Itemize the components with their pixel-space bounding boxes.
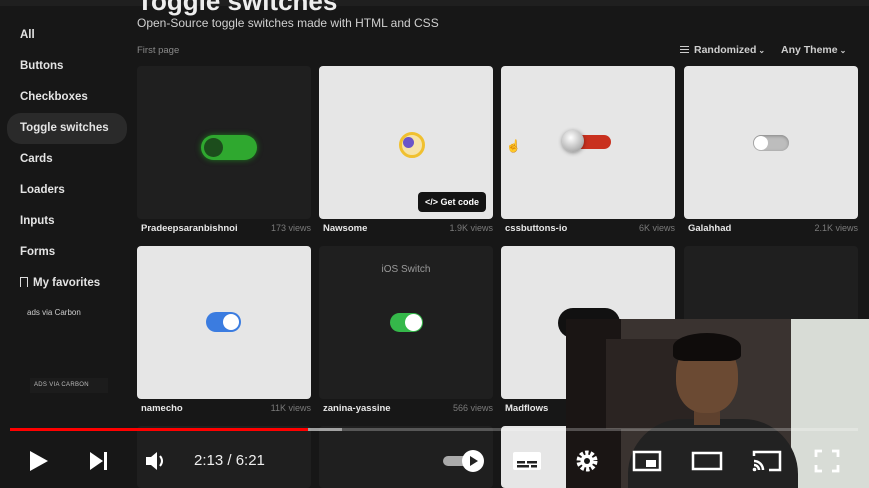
presenter-hair bbox=[673, 333, 741, 361]
theater-icon bbox=[691, 451, 723, 471]
autoplay-toggle[interactable] bbox=[440, 436, 488, 486]
sidebar-item-all[interactable]: All bbox=[7, 20, 127, 51]
card-views: 11K views bbox=[270, 403, 311, 413]
card-caption: cssbuttons-io 6K views bbox=[505, 223, 679, 234]
card-views: 2.1K views bbox=[814, 223, 858, 233]
next-icon bbox=[90, 452, 107, 470]
volume-button[interactable] bbox=[140, 436, 170, 486]
settings-button[interactable] bbox=[572, 436, 602, 486]
sidebar-item-forms[interactable]: Forms bbox=[7, 237, 127, 268]
card-author[interactable]: Galahhad bbox=[688, 223, 731, 234]
toggle-switch[interactable] bbox=[753, 135, 789, 151]
card-views: 173 views bbox=[270, 223, 311, 233]
time-display: 2:13 / 6:21 bbox=[194, 452, 265, 469]
cast-button[interactable] bbox=[750, 436, 784, 486]
player-controls bbox=[0, 436, 869, 488]
cast-icon bbox=[752, 450, 782, 472]
subtitles-icon bbox=[513, 452, 541, 470]
page-label: First page bbox=[137, 45, 180, 56]
toggle-card[interactable]: </> Get code bbox=[319, 66, 493, 219]
miniplayer-icon bbox=[632, 450, 662, 472]
get-code-button[interactable]: </> Get code bbox=[417, 192, 486, 212]
sidebar-item-buttons[interactable]: Buttons bbox=[7, 51, 127, 82]
gear-icon bbox=[576, 450, 598, 472]
toggle-knob bbox=[754, 136, 768, 150]
card-caption: Nawsome 1.9K views bbox=[323, 223, 497, 234]
cursor-icon: ☝ bbox=[506, 139, 521, 153]
chevron-down-icon: ⌄ bbox=[839, 46, 847, 55]
card-views: 1.9K views bbox=[449, 223, 493, 233]
sidebar-item-my-favorites[interactable]: My favorites bbox=[7, 268, 127, 299]
volume-icon bbox=[146, 452, 163, 470]
sidebar-item-label: My favorites bbox=[33, 277, 101, 289]
theme-dropdown[interactable]: Any Theme ⌄ bbox=[781, 44, 846, 56]
card-author[interactable]: Pradeepsaranbishnoi bbox=[141, 223, 238, 234]
toggle-card[interactable] bbox=[684, 66, 858, 219]
browser-top-strip bbox=[0, 0, 869, 6]
toggle-knob bbox=[223, 314, 239, 330]
carbon-ad-label[interactable]: ADS VIA CARBON bbox=[30, 378, 108, 393]
sort-label: Randomized bbox=[694, 44, 757, 56]
card-caption: namecho 11K views bbox=[141, 403, 315, 414]
card-author[interactable]: cssbuttons-io bbox=[505, 223, 567, 234]
filter-icon bbox=[680, 46, 689, 53]
sort-dropdown[interactable]: Randomized ⌄ bbox=[680, 44, 765, 56]
fullscreen-button[interactable] bbox=[810, 436, 844, 486]
card-author[interactable]: zanina-yassine bbox=[323, 403, 391, 414]
fullscreen-icon bbox=[814, 449, 840, 473]
toggle-knob bbox=[562, 130, 584, 152]
miniplayer-button[interactable] bbox=[630, 436, 664, 486]
card-caption: zanina-yassine 566 views bbox=[323, 403, 497, 414]
toggle-knob bbox=[405, 314, 422, 331]
sidebar-item-loaders[interactable]: Loaders bbox=[7, 175, 127, 206]
toggle-card[interactable] bbox=[137, 246, 311, 399]
theme-label: Any Theme bbox=[781, 44, 838, 56]
card-author[interactable]: Madflows bbox=[505, 403, 548, 414]
toggle-switch[interactable] bbox=[206, 312, 241, 332]
card-author[interactable]: namecho bbox=[141, 403, 183, 414]
toggle-knob bbox=[204, 138, 223, 157]
sidebar: All Buttons Checkboxes Toggle switches C… bbox=[0, 20, 130, 299]
play-button[interactable] bbox=[24, 436, 54, 486]
carbon-ad-image[interactable]: ads via Carbon bbox=[27, 308, 81, 317]
card-inner-label: iOS Switch bbox=[381, 264, 431, 275]
subtitles-button[interactable] bbox=[510, 436, 544, 486]
card-author[interactable]: Nawsome bbox=[323, 223, 367, 234]
page-title: Toggle switches bbox=[137, 0, 338, 16]
page-subtitle: Open-Source toggle switches made with HT… bbox=[137, 16, 439, 30]
card-views: 566 views bbox=[452, 403, 493, 413]
toggle-card[interactable] bbox=[137, 66, 311, 219]
sidebar-item-inputs[interactable]: Inputs bbox=[7, 206, 127, 237]
sidebar-item-toggle-switches[interactable]: Toggle switches bbox=[7, 113, 127, 144]
theater-mode-button[interactable] bbox=[690, 436, 724, 486]
chevron-down-icon: ⌄ bbox=[758, 46, 766, 55]
play-icon bbox=[30, 451, 48, 471]
sidebar-item-checkboxes[interactable]: Checkboxes bbox=[7, 82, 127, 113]
card-caption: Pradeepsaranbishnoi 173 views bbox=[141, 223, 315, 234]
toggle-switch[interactable] bbox=[201, 135, 257, 160]
progress-played bbox=[10, 428, 308, 431]
toggle-knob bbox=[403, 137, 414, 148]
toggle-card[interactable]: iOS Switch bbox=[319, 246, 493, 399]
code-icon: </> bbox=[424, 197, 441, 207]
toggle-switch[interactable] bbox=[399, 132, 425, 158]
autoplay-icon bbox=[443, 450, 484, 472]
bookmark-icon bbox=[20, 277, 28, 287]
toggle-switch[interactable] bbox=[390, 313, 423, 332]
next-button[interactable] bbox=[84, 436, 114, 486]
card-views: 6K views bbox=[638, 223, 675, 233]
toggle-card[interactable]: ☝ bbox=[501, 66, 675, 219]
card-caption: Galahhad 2.1K views bbox=[688, 223, 862, 234]
sidebar-item-cards[interactable]: Cards bbox=[7, 144, 127, 175]
